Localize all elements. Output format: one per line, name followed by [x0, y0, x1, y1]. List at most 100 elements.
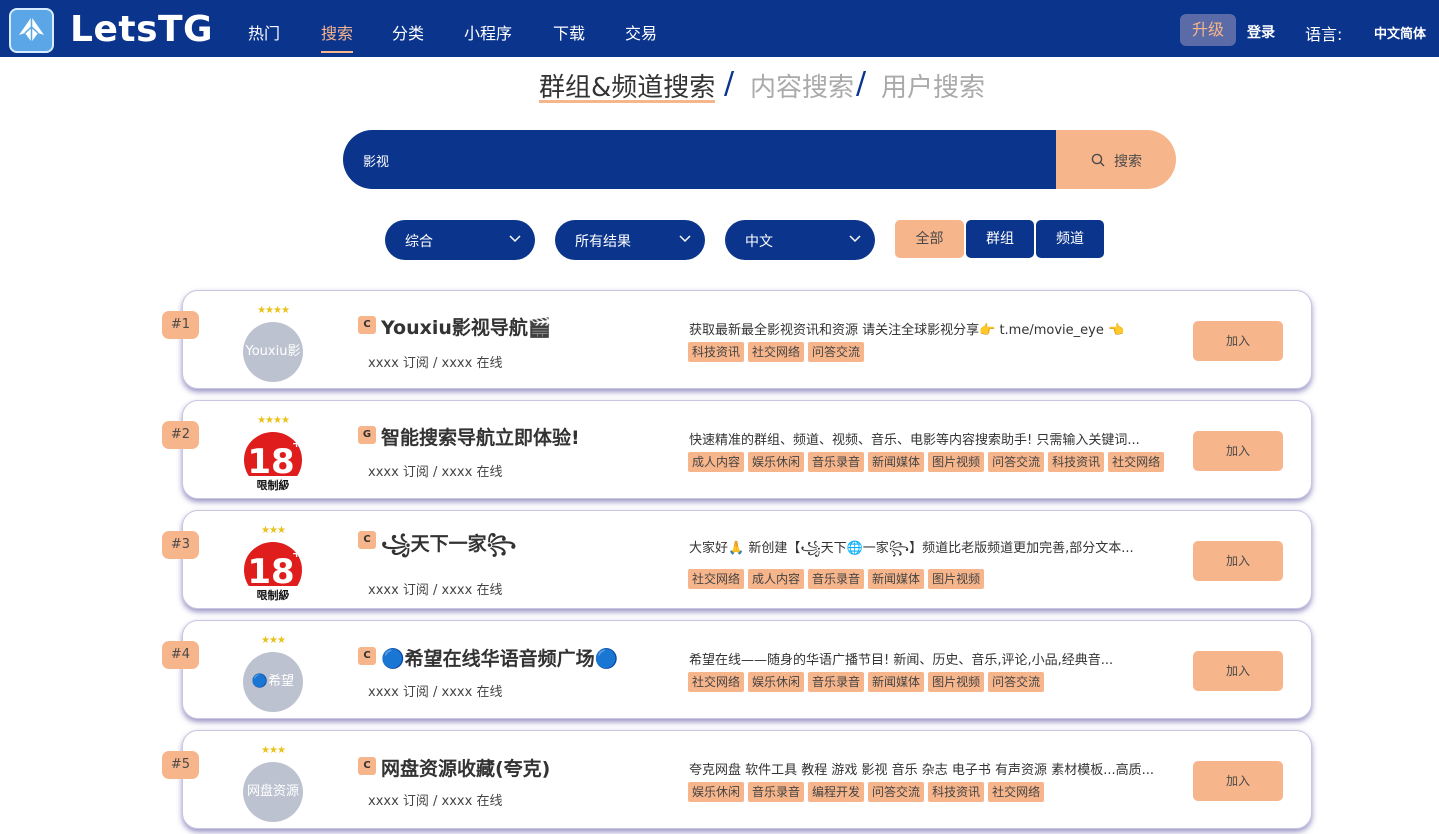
svg-text:+: + — [292, 437, 301, 450]
join-button[interactable]: 加入 — [1193, 761, 1283, 801]
avatar[interactable]: Youxiu影 — [243, 322, 303, 382]
tag[interactable]: 社交网络 — [988, 782, 1045, 802]
sort-dropdown-value: 综合 — [405, 234, 433, 250]
upgrade-button[interactable]: 升级 — [1180, 14, 1236, 46]
result-card[interactable]: ★★★ 18 + 限制級 C ꧁天下一家꧂ xxxx 订阅 / xxxx 在线 … — [182, 510, 1312, 609]
svg-text:+: + — [292, 547, 301, 560]
result-card[interactable]: ★★★★ Youxiu影 C Youxiu影视导航🎬 xxxx 订阅 / xxx… — [182, 290, 1312, 389]
avatar[interactable]: 网盘资源 — [243, 762, 303, 822]
avatar[interactable]: 18 + 限制級 — [243, 542, 303, 602]
tab-separator: / — [856, 66, 867, 101]
nav-item-download[interactable]: 下载 — [553, 20, 585, 54]
filter-tab-channels[interactable]: 频道 — [1036, 220, 1104, 258]
filter-tab-groups[interactable]: 群组 — [966, 220, 1034, 258]
tag-list: 社交网络 成人内容 音乐录音 新闻媒体 图片视频 — [688, 568, 1208, 590]
tag[interactable]: 问答交流 — [988, 452, 1045, 472]
tag[interactable]: 社交网络 — [1108, 452, 1165, 472]
result-card[interactable]: ★★★ 🔵希望 C 🔵希望在线华语音频广场🔵 xxxx 订阅 / xxxx 在线… — [182, 620, 1312, 719]
tag[interactable]: 图片视频 — [928, 569, 985, 589]
result-title[interactable]: ꧁天下一家꧂ — [381, 529, 516, 568]
tag[interactable]: 娱乐休闲 — [748, 672, 805, 692]
channel-type-badge: C — [358, 647, 376, 665]
result-title[interactable]: 🔵希望在线华语音频广场🔵 — [381, 644, 618, 671]
tab-content-search[interactable]: 内容搜索 — [750, 67, 854, 104]
tag[interactable]: 图片视频 — [928, 672, 985, 692]
svg-text:限制級: 限制級 — [257, 478, 290, 492]
tag[interactable]: 成人内容 — [748, 569, 805, 589]
tag[interactable]: 问答交流 — [868, 782, 925, 802]
tab-group-channel-search[interactable]: 群组&频道搜索 — [539, 67, 716, 104]
svg-text:18: 18 — [247, 552, 294, 592]
nav-item-trade[interactable]: 交易 — [625, 20, 657, 54]
filter-tab-all[interactable]: 全部 — [895, 220, 964, 258]
tag[interactable]: 问答交流 — [988, 672, 1045, 692]
tag[interactable]: 社交网络 — [748, 342, 805, 362]
search-button-label: 搜索 — [1114, 154, 1142, 170]
rating-stars: ★★★ — [261, 525, 286, 536]
brand-name[interactable]: LetsTG — [70, 9, 213, 50]
channel-type-badge: C — [358, 757, 376, 775]
result-description: 获取最新最全影视资讯和资源 请关注全球影视分享👉 t.me/movie_eye … — [689, 323, 1125, 338]
tag[interactable]: 科技资讯 — [1048, 452, 1105, 472]
avatar[interactable]: 18 + 限制級 — [243, 432, 303, 492]
nav-item-hot[interactable]: 热门 — [248, 20, 280, 54]
tag[interactable]: 科技资讯 — [928, 782, 985, 802]
tag[interactable]: 娱乐休闲 — [688, 782, 745, 802]
svg-text:限制級: 限制級 — [257, 588, 290, 602]
chevron-down-icon — [849, 235, 861, 243]
letstg-logo-icon[interactable] — [9, 8, 54, 53]
tag[interactable]: 音乐录音 — [808, 569, 865, 589]
tag[interactable]: 问答交流 — [808, 342, 865, 362]
avatar-text: 网盘资源 — [246, 784, 299, 799]
result-title[interactable]: 网盘资源收藏(夸克) — [381, 754, 550, 781]
tag[interactable]: 成人内容 — [688, 452, 745, 472]
result-card[interactable]: ★★★ 网盘资源 C 网盘资源收藏(夸克) xxxx 订阅 / xxxx 在线 … — [182, 730, 1312, 829]
tag[interactable]: 编程开发 — [808, 782, 865, 802]
tag[interactable]: 科技资讯 — [688, 342, 745, 362]
rating-stars: ★★★★ — [257, 305, 290, 316]
tag-list: 娱乐休闲 音乐录音 编程开发 问答交流 科技资讯 社交网络 — [688, 781, 1208, 803]
nav-item-categories[interactable]: 分类 — [392, 20, 424, 54]
join-button[interactable]: 加入 — [1193, 321, 1283, 361]
result-title[interactable]: 智能搜索导航立即体验! — [381, 423, 580, 450]
tag[interactable]: 图片视频 — [928, 452, 985, 472]
svg-text:18: 18 — [247, 442, 294, 482]
tag[interactable]: 新闻媒体 — [868, 452, 925, 472]
tab-separator: / — [724, 66, 735, 101]
rating-stars: ★★★★ — [257, 415, 290, 426]
tab-user-search[interactable]: 用户搜索 — [881, 67, 985, 104]
tag[interactable]: 音乐录音 — [808, 672, 865, 692]
result-rank: #4 — [162, 641, 199, 669]
language-selector[interactable]: 中文简体 — [1374, 23, 1426, 42]
result-stats: xxxx 订阅 / xxxx 在线 — [368, 356, 503, 371]
result-title[interactable]: Youxiu影视导航🎬 — [381, 313, 552, 340]
result-description: 希望在线——随身的华语广播节目! 新闻、历史、音乐,评论,小品,经典音... — [689, 653, 1114, 668]
tag[interactable]: 新闻媒体 — [868, 672, 925, 692]
login-link[interactable]: 登录 — [1247, 22, 1275, 42]
tag-list: 社交网络 娱乐休闲 音乐录音 新闻媒体 图片视频 问答交流 — [688, 671, 1208, 693]
tag[interactable]: 音乐录音 — [748, 782, 805, 802]
nav-item-search[interactable]: 搜索 — [321, 20, 354, 54]
sort-dropdown[interactable]: 综合 — [385, 220, 535, 260]
language-filter-dropdown[interactable]: 中文 — [725, 220, 875, 260]
tag[interactable]: 音乐录音 — [808, 452, 865, 472]
tag-list: 科技资讯 社交网络 问答交流 — [688, 341, 1208, 363]
result-rank: #1 — [162, 311, 199, 339]
avatar[interactable]: 🔵希望 — [243, 652, 303, 712]
tag[interactable]: 新闻媒体 — [868, 569, 925, 589]
join-button[interactable]: 加入 — [1193, 651, 1283, 691]
tag[interactable]: 社交网络 — [688, 672, 745, 692]
result-range-dropdown[interactable]: 所有结果 — [555, 220, 705, 260]
result-description: 快速精准的群组、频道、视频、音乐、电影等内容搜索助手! 只需输入关键词... — [689, 433, 1140, 448]
result-card[interactable]: ★★★★ 18 + 限制級 G 智能搜索导航立即体验! xxxx 订阅 / xx… — [182, 400, 1312, 499]
nav-item-mini-programs[interactable]: 小程序 — [464, 20, 512, 54]
join-button[interactable]: 加入 — [1193, 431, 1283, 471]
search-input[interactable] — [363, 150, 963, 170]
tag[interactable]: 社交网络 — [688, 569, 745, 589]
avatar-text: Youxiu影 — [245, 344, 301, 359]
search-button[interactable]: 搜索 — [1056, 130, 1176, 189]
join-button[interactable]: 加入 — [1193, 541, 1283, 581]
language-filter-dropdown-value: 中文 — [745, 234, 773, 250]
group-type-badge: G — [358, 426, 376, 444]
tag[interactable]: 娱乐休闲 — [748, 452, 805, 472]
